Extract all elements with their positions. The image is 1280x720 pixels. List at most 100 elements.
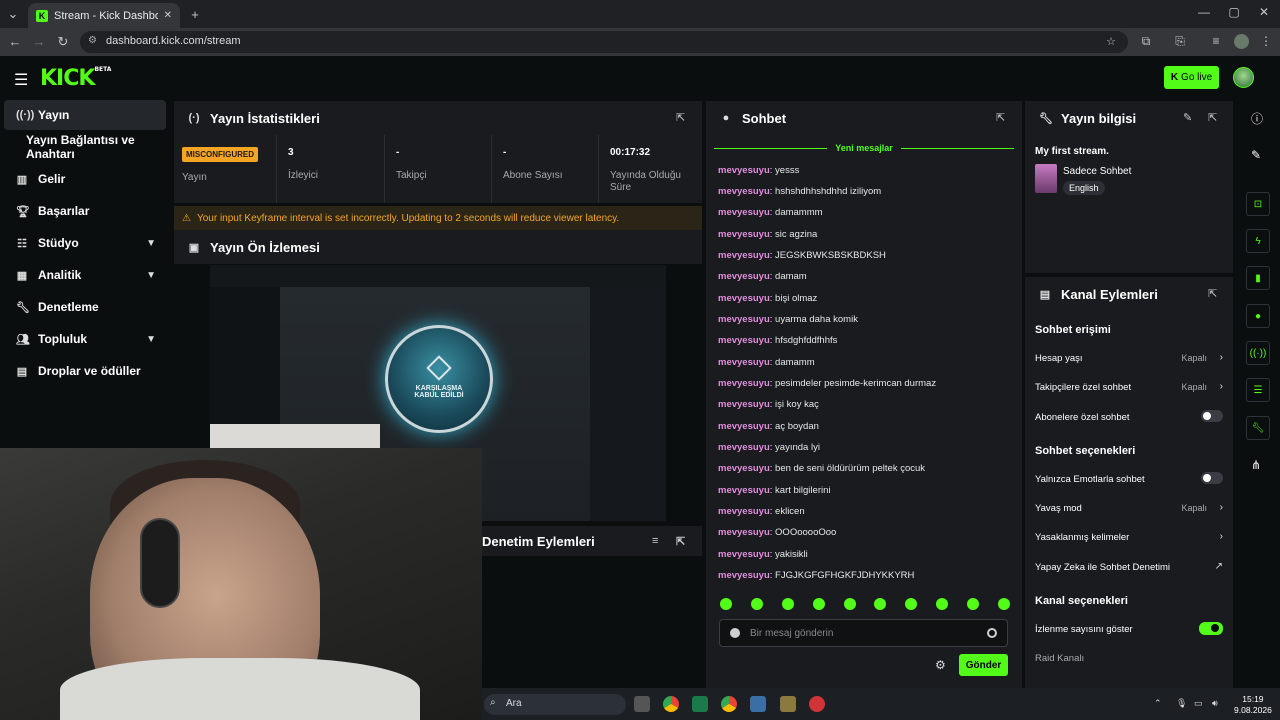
popout-icon[interactable]: ⇱ <box>676 535 685 548</box>
sidebar-item-moderation[interactable]: 🔧︎ Denetleme <box>4 292 166 322</box>
app-icon[interactable] <box>692 696 708 712</box>
sidebar-item-revenue[interactable]: ▥ Gelir <box>4 164 166 194</box>
sidebar-item-drops[interactable]: ▤ Droplar ve ödüller <box>4 356 166 386</box>
rail-chat-icon[interactable]: ● <box>1246 304 1270 328</box>
rail-lightning-icon[interactable]: ϟ <box>1246 229 1270 253</box>
viewer-count-toggle[interactable] <box>1199 622 1223 635</box>
network-icon[interactable]: ▭ <box>1194 698 1203 709</box>
emote-icon[interactable] <box>750 598 763 610</box>
forward-icon[interactable]: → <box>31 34 47 49</box>
new-messages-divider[interactable]: Yeni mesajlar <box>714 142 1015 154</box>
send-message-button[interactable]: Gönder <box>959 654 1008 676</box>
app-icon[interactable] <box>750 696 766 712</box>
microphone-icon[interactable]: 🎙︎ <box>1176 698 1187 709</box>
league-icon[interactable] <box>780 696 796 712</box>
chat-username[interactable]: mevyesuyu <box>718 357 770 368</box>
profile-sync-icon[interactable]: ⎘ <box>1172 34 1188 49</box>
tray-chevron-icon[interactable]: ⌃ <box>1154 698 1162 709</box>
chat-username[interactable]: mevyesuyu <box>718 293 770 304</box>
emote-icon[interactable] <box>843 598 856 610</box>
sidebar-item-stream-key[interactable]: Yayın Bağlantısı ve Anahtarı <box>4 132 166 162</box>
emote-icon[interactable] <box>720 598 732 610</box>
browser-tab[interactable]: K Stream - Kick Dashboard ✕ <box>28 3 180 28</box>
chat-username[interactable]: mevyesuyu <box>718 250 770 261</box>
chat-input[interactable]: Bir mesaj gönderin <box>719 619 1008 647</box>
reload-icon[interactable]: ↻ <box>55 34 71 50</box>
tab-close-icon[interactable]: ✕ <box>164 10 172 21</box>
media-control-icon[interactable]: ≡ <box>1208 34 1224 48</box>
chat-username[interactable]: mevyesuyu <box>718 271 770 282</box>
window-close-icon[interactable]: ✕ <box>1254 5 1274 19</box>
popout-icon[interactable]: ⇱ <box>676 111 685 124</box>
volume-icon[interactable]: 🔊︎ <box>1212 698 1218 709</box>
taskbar-search[interactable]: ⌕ Ara <box>484 694 626 715</box>
bookmark-star-icon[interactable]: ☆ <box>1106 35 1116 48</box>
chat-username[interactable]: mevyesuyu <box>718 570 770 581</box>
new-tab-icon[interactable]: + <box>186 5 204 23</box>
emote-icon[interactable] <box>874 598 887 610</box>
chat-username[interactable]: mevyesuyu <box>718 527 770 538</box>
chat-username[interactable]: mevyesuyu <box>718 421 770 432</box>
chrome-icon[interactable] <box>663 696 679 712</box>
emote-icon[interactable] <box>812 598 825 610</box>
popout-icon[interactable]: ⇱ <box>1208 287 1217 300</box>
chat-username[interactable]: mevyesuyu <box>718 463 770 474</box>
chat-username[interactable]: mevyesuyu <box>718 549 770 560</box>
rail-share-icon[interactable]: ⋔ <box>1251 458 1261 472</box>
chat-username[interactable]: mevyesuyu <box>718 442 770 453</box>
go-live-button[interactable]: K Go live <box>1164 66 1219 89</box>
filter-icon[interactable]: ≡ <box>652 535 658 547</box>
chat-username[interactable]: mevyesuyu <box>718 335 770 346</box>
chat-username[interactable]: mevyesuyu <box>718 207 770 218</box>
chat-username[interactable]: mevyesuyu <box>718 506 770 517</box>
emoji-picker-icon[interactable] <box>987 628 997 638</box>
chrome-active-icon[interactable] <box>721 696 737 712</box>
edit-layout-icon[interactable]: ✎ <box>1251 148 1261 162</box>
emote-icon[interactable] <box>781 598 794 610</box>
hamburger-menu-icon[interactable]: ☰ <box>14 70 28 90</box>
chat-settings-gear-icon[interactable]: ⚙ <box>935 658 946 672</box>
sidebar-item-stream[interactable]: ((·)) Yayın <box>4 100 166 130</box>
sidebar-item-analytics[interactable]: ▦ Analitik ▼ <box>4 260 166 290</box>
back-icon[interactable]: ← <box>7 34 23 49</box>
kick-logo[interactable]: KICKBETA <box>40 66 111 91</box>
setting-account-age[interactable]: Hesap yaşı Kapalı › <box>1035 352 1225 364</box>
rail-layout-icon[interactable]: ☰ <box>1246 378 1270 402</box>
app-icon[interactable] <box>809 696 825 712</box>
setting-raid-channel[interactable]: Raid Kanalı <box>1035 653 1225 664</box>
rail-broadcast-icon[interactable]: ((·)) <box>1246 341 1270 365</box>
url-bar[interactable]: ⚙ dashboard.kick.com/stream ☆ <box>80 31 1128 53</box>
setting-followers-only[interactable]: Takipçilere özel sohbet Kapalı › <box>1035 381 1225 393</box>
user-avatar[interactable] <box>1233 67 1254 88</box>
chat-identity-icon[interactable] <box>730 628 740 638</box>
rail-notes-icon[interactable]: ▮ <box>1246 266 1270 290</box>
extensions-icon[interactable]: ⧉ <box>1138 34 1154 49</box>
edit-pencil-icon[interactable]: ✎ <box>1183 111 1192 124</box>
emotes-only-toggle[interactable] <box>1201 472 1223 484</box>
emote-icon[interactable] <box>997 598 1010 610</box>
rail-capture-icon[interactable]: ⊡ <box>1246 192 1270 216</box>
maximize-icon[interactable]: ▢ <box>1224 5 1244 19</box>
site-info-icon[interactable]: ⚙ <box>88 35 97 46</box>
emote-icon[interactable] <box>967 598 979 610</box>
chat-username[interactable]: mevyesuyu <box>718 378 770 389</box>
emote-icon[interactable] <box>905 598 918 610</box>
rail-wrench-icon[interactable]: 🔧︎ <box>1246 416 1270 440</box>
setting-slow-mode[interactable]: Yavaş mod Kapalı › <box>1035 502 1225 514</box>
chat-username[interactable]: mevyesuyu <box>718 485 770 496</box>
browser-profile-avatar[interactable] <box>1234 34 1249 49</box>
taskbar-clock[interactable]: 15:19 9.08.2026 <box>1234 694 1272 716</box>
browser-menu-icon[interactable]: ⋮ <box>1258 34 1274 48</box>
setting-ai-moderation[interactable]: Yapay Zeka ile Sohbet Denetimi ↗ <box>1035 561 1225 573</box>
chat-username[interactable]: mevyesuyu <box>718 186 770 197</box>
chat-username[interactable]: mevyesuyu <box>718 165 770 176</box>
emote-icon[interactable] <box>936 598 949 610</box>
info-icon[interactable]: ⓘ <box>1251 110 1263 127</box>
popout-icon[interactable]: ⇱ <box>1208 111 1217 124</box>
sidebar-item-community[interactable]: 👥︎ Topluluk ▼ <box>4 324 166 354</box>
task-view-icon[interactable] <box>634 696 650 712</box>
chat-username[interactable]: mevyesuyu <box>718 314 770 325</box>
setting-banned-words[interactable]: Yasaklanmış kelimeler › <box>1035 531 1225 543</box>
minimize-icon[interactable]: — <box>1194 5 1214 19</box>
subs-only-toggle[interactable] <box>1201 410 1223 422</box>
